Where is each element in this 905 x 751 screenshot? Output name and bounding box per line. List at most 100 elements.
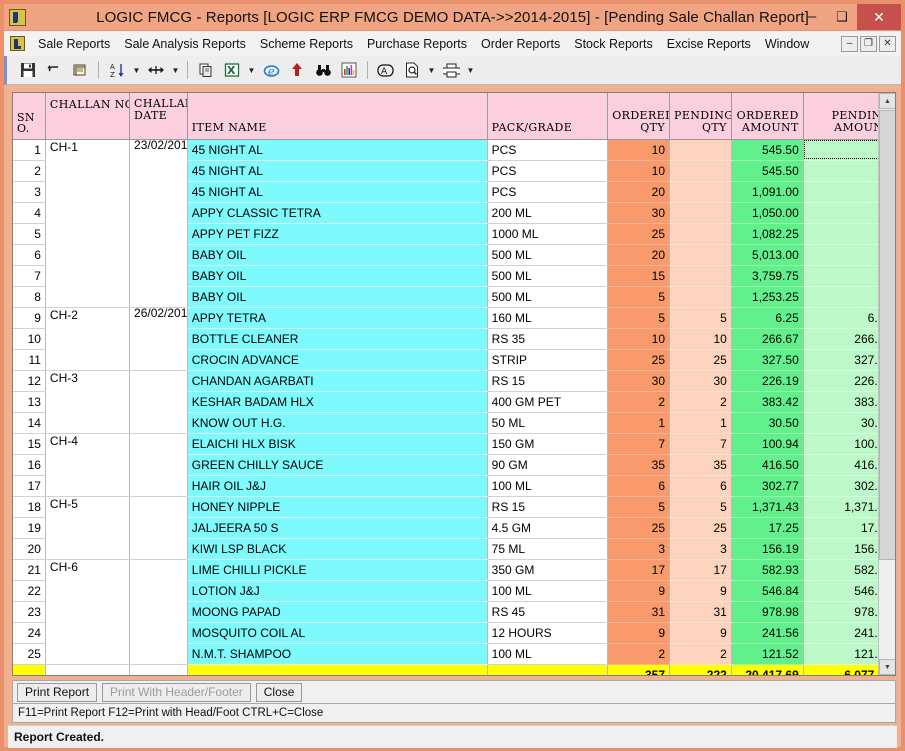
- cell-oamt[interactable]: 6.25: [731, 307, 804, 329]
- cell-chdate[interactable]: [129, 265, 188, 286]
- cell-chdate[interactable]: 23/02/2015: [129, 139, 188, 160]
- cell-pqty[interactable]: 17: [669, 559, 732, 581]
- column-header-ordered-qty[interactable]: ORDERED QTY: [607, 93, 671, 140]
- cell-sno[interactable]: 11: [13, 349, 46, 371]
- close-icon[interactable]: ✕: [857, 4, 901, 30]
- cell-chdate[interactable]: [129, 517, 188, 538]
- cell-oqty[interactable]: 10: [607, 139, 671, 161]
- excel-dropdown-arrow-icon[interactable]: ▼: [245, 58, 258, 82]
- cell-chdate[interactable]: [129, 559, 188, 580]
- cell-chno[interactable]: [45, 580, 131, 601]
- cell-pack[interactable]: 75 ML: [487, 538, 609, 560]
- cell-sno[interactable]: 16: [13, 454, 46, 476]
- menu-item-sale-reports[interactable]: Sale Reports: [31, 34, 117, 54]
- cell-pqty[interactable]: 2: [669, 391, 732, 413]
- cell-oamt[interactable]: 582.93: [731, 559, 804, 581]
- find-binoculars-icon[interactable]: [310, 58, 336, 82]
- cell-item[interactable]: KNOW OUT H.G.: [187, 412, 488, 434]
- cell-pack[interactable]: 100 ML: [487, 643, 609, 665]
- cell-oamt[interactable]: 978.98: [731, 601, 804, 623]
- font-icon[interactable]: A: [373, 58, 399, 82]
- cell-oamt[interactable]: 1,091.00: [731, 181, 804, 203]
- cell-chno[interactable]: CH-2: [45, 307, 131, 328]
- cell-chno[interactable]: [45, 244, 131, 265]
- cell-oqty[interactable]: 30: [607, 202, 671, 224]
- menu-item-order-reports[interactable]: Order Reports: [474, 34, 567, 54]
- cell-item[interactable]: HONEY NIPPLE: [187, 496, 488, 518]
- scroll-up-arrow-icon[interactable]: ▲: [879, 93, 895, 109]
- cell-pack[interactable]: STRIP: [487, 349, 609, 371]
- cell-item[interactable]: N.M.T. SHAMPOO: [187, 643, 488, 665]
- scroll-down-arrow-icon[interactable]: ▼: [879, 659, 895, 675]
- cell-chdate[interactable]: [129, 496, 188, 517]
- cell-oqty[interactable]: 31: [607, 601, 671, 623]
- cell-item[interactable]: CHANDAN AGARBATI: [187, 370, 488, 392]
- cell-chno[interactable]: [45, 454, 131, 475]
- cell-chno[interactable]: [45, 181, 131, 202]
- cell-sno[interactable]: 9: [13, 307, 46, 329]
- cell-item[interactable]: GREEN CHILLY SAUCE: [187, 454, 488, 476]
- table-row[interactable]: 18 CH-5 HONEY NIPPLE RS 15 5 5 1,371.43 1,371.4…: [13, 496, 895, 518]
- cell-oamt[interactable]: 1,050.00: [731, 202, 804, 224]
- cell-item[interactable]: APPY TETRA: [187, 307, 488, 329]
- table-row[interactable]: 2 45 NIGHT AL PCS 10 545.50: [13, 160, 895, 182]
- cell-chno[interactable]: [45, 412, 131, 434]
- cell-pack[interactable]: 500 ML: [487, 265, 609, 287]
- table-row[interactable]: 9CH-226/02/2015APPY TETRA160 ML556.256.2…: [13, 307, 895, 329]
- cell-item[interactable]: MOONG PAPAD: [187, 601, 488, 623]
- cell-oqty[interactable]: 6: [607, 475, 671, 497]
- cell-item[interactable]: BABY OIL: [187, 244, 488, 266]
- cell-pqty[interactable]: 10: [669, 328, 732, 350]
- cell-oqty[interactable]: 7: [607, 433, 671, 455]
- cell-pqty[interactable]: [669, 223, 732, 245]
- table-row[interactable]: 10 BOTTLE CLEANER RS 35 10 10 266.67 266.67: [13, 328, 895, 350]
- cell-oamt[interactable]: 416.50: [731, 454, 804, 476]
- cell-oamt[interactable]: 1,082.25: [731, 223, 804, 245]
- cell-oamt[interactable]: 156.19: [731, 538, 804, 560]
- cell-item[interactable]: LIME CHILLI PICKLE: [187, 559, 488, 581]
- cell-pack[interactable]: 12 HOURS: [487, 622, 609, 644]
- cell-item[interactable]: ELAICHI HLX BISK: [187, 433, 488, 455]
- column-width-dropdown-arrow-icon[interactable]: ▼: [169, 58, 182, 82]
- cell-oamt[interactable]: 3,759.75: [731, 265, 804, 287]
- cell-oamt[interactable]: 546.84: [731, 580, 804, 602]
- cell-sno[interactable]: 23: [13, 601, 46, 623]
- cell-pqty[interactable]: 7: [669, 433, 732, 455]
- table-row[interactable]: 1CH-123/02/201545 NIGHT ALPCS10 545.50: [13, 139, 895, 161]
- cell-pack[interactable]: PCS: [487, 139, 609, 161]
- column-header-pack-grade[interactable]: PACK/GRADE: [487, 93, 609, 140]
- internet-explorer-icon[interactable]: e: [258, 58, 284, 82]
- cell-oqty[interactable]: 20: [607, 244, 671, 266]
- cell-item[interactable]: APPY PET FIZZ: [187, 223, 488, 245]
- table-row[interactable]: 16 GREEN CHILLY SAUCE 90 GM 35 35 416.50 416.5…: [13, 454, 895, 476]
- copy-icon[interactable]: [193, 58, 219, 82]
- cell-sno[interactable]: 22: [13, 580, 46, 602]
- excel-export-icon[interactable]: X: [219, 58, 245, 82]
- cell-oamt[interactable]: 302.77: [731, 475, 804, 497]
- sort-dropdown-arrow-icon[interactable]: ▼: [130, 58, 143, 82]
- cell-oqty[interactable]: 9: [607, 580, 671, 602]
- cell-sno[interactable]: 5: [13, 223, 46, 245]
- cell-chdate[interactable]: [129, 286, 188, 308]
- cell-chdate[interactable]: [129, 601, 188, 622]
- cell-oqty[interactable]: 25: [607, 517, 671, 539]
- table-row[interactable]: 5 APPY PET FIZZ 1000 ML 25 1,082.25: [13, 223, 895, 245]
- cell-item[interactable]: 45 NIGHT AL: [187, 139, 488, 161]
- cell-oqty[interactable]: 3: [607, 538, 671, 560]
- cell-sno[interactable]: 2: [13, 160, 46, 182]
- print-report-button[interactable]: Print Report: [17, 682, 98, 702]
- cell-chno[interactable]: [45, 223, 131, 244]
- menu-item-purchase-reports[interactable]: Purchase Reports: [360, 34, 474, 54]
- cell-oamt[interactable]: 226.19: [731, 370, 804, 392]
- cell-sno[interactable]: 14: [13, 412, 46, 434]
- cell-pack[interactable]: 100 ML: [487, 580, 609, 602]
- cell-pqty[interactable]: 1: [669, 412, 732, 434]
- cell-item[interactable]: JALJEERA 50 S: [187, 517, 488, 539]
- cell-oqty[interactable]: 25: [607, 349, 671, 371]
- cell-chno[interactable]: [45, 160, 131, 181]
- table-row[interactable]: 15 CH-4 ELAICHI HLX BISK 150 GM 7 7 100.94 100.…: [13, 433, 895, 455]
- table-row[interactable]: 11 CROCIN ADVANCE STRIP 25 25 327.50 327.50: [13, 349, 895, 371]
- cell-sno[interactable]: 10: [13, 328, 46, 350]
- cell-oamt[interactable]: 30.50: [731, 412, 804, 434]
- cell-item[interactable]: LOTION J&J: [187, 580, 488, 602]
